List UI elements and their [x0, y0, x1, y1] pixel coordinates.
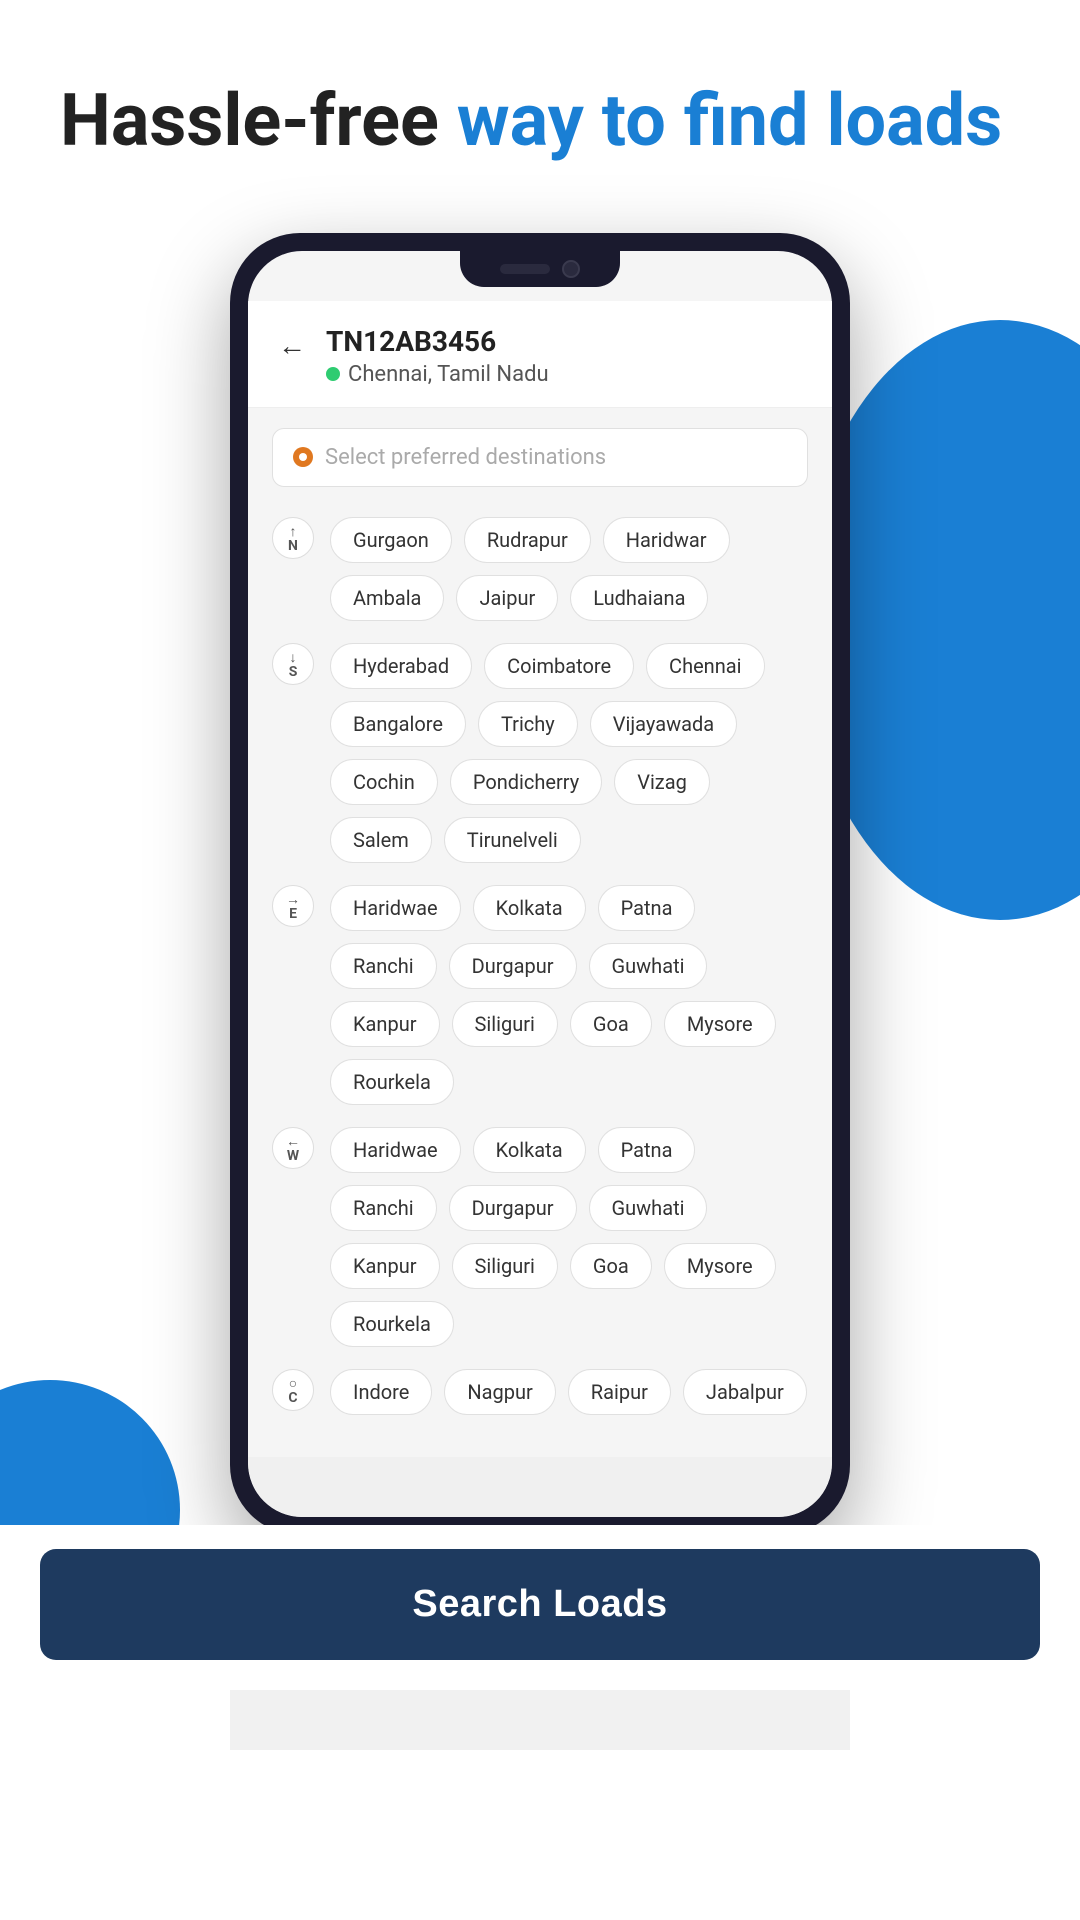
- direction-badge-west: ←W: [272, 1127, 314, 1169]
- chip-ranchi-e[interactable]: Ranchi: [330, 943, 437, 989]
- notch-camera: [562, 260, 580, 278]
- destination-pin-icon: [293, 447, 313, 467]
- hero-title-highlight: way to find loads: [457, 78, 1002, 163]
- direction-badge-east: →E: [272, 885, 314, 927]
- chip-mysore-w[interactable]: Mysore: [664, 1243, 776, 1289]
- screen-header: ← TN12AB3456 Chennai, Tamil Nadu: [248, 301, 832, 408]
- direction-section-south: ↓S Hyderabad Coimbatore Chennai Bangalor…: [272, 643, 808, 863]
- phone-notch: [460, 251, 620, 287]
- chip-durgapur-w[interactable]: Durgapur: [449, 1185, 577, 1231]
- chip-ludhaiana[interactable]: Ludhaiana: [570, 575, 708, 621]
- destination-search-field[interactable]: Select preferred destinations: [272, 428, 808, 487]
- chip-rourkela-w[interactable]: Rourkela: [330, 1301, 454, 1347]
- chips-center: Indore Nagpur Raipur Jabalpur: [330, 1369, 808, 1415]
- chip-goa-w[interactable]: Goa: [570, 1243, 652, 1289]
- chip-mysore-e[interactable]: Mysore: [664, 1001, 776, 1047]
- hero-title-normal: Hassle-free: [60, 78, 457, 163]
- chip-vijayawada[interactable]: Vijayawada: [590, 701, 737, 747]
- chip-hyderabad[interactable]: Hyderabad: [330, 643, 472, 689]
- chip-rudrapur[interactable]: Rudrapur: [464, 517, 591, 563]
- direction-badge-center: ○C: [272, 1369, 314, 1411]
- vehicle-number: TN12AB3456: [326, 325, 549, 358]
- chip-pondicherry[interactable]: Pondicherry: [450, 759, 602, 805]
- chip-guwhati-w[interactable]: Guwhati: [589, 1185, 708, 1231]
- location-row: Chennai, Tamil Nadu: [326, 362, 549, 387]
- direction-badge-north: ↑N: [272, 517, 314, 559]
- chip-kolkata-w[interactable]: Kolkata: [473, 1127, 586, 1173]
- chip-kanpur-e[interactable]: Kanpur: [330, 1001, 440, 1047]
- chip-bangalore[interactable]: Bangalore: [330, 701, 466, 747]
- phone-wrapper: ← TN12AB3456 Chennai, Tamil Nadu Select …: [0, 233, 1080, 1535]
- hero-section: Hassle-free way to find loads: [0, 0, 1080, 203]
- hero-title: Hassle-free way to find loads: [60, 80, 1020, 163]
- chip-haridwae-e[interactable]: Haridwae: [330, 885, 461, 931]
- phone-screen: ← TN12AB3456 Chennai, Tamil Nadu Select …: [248, 251, 832, 1517]
- direction-north-row: ↑N Gurgaon Rudrapur Haridwar Ambala Jaip…: [272, 517, 808, 621]
- chip-gurgaon[interactable]: Gurgaon: [330, 517, 452, 563]
- chip-jabalpur[interactable]: Jabalpur: [683, 1369, 807, 1415]
- chip-haridwar[interactable]: Haridwar: [603, 517, 730, 563]
- chip-goa-e[interactable]: Goa: [570, 1001, 652, 1047]
- chip-raipur[interactable]: Raipur: [568, 1369, 671, 1415]
- chip-patna-w[interactable]: Patna: [598, 1127, 696, 1173]
- chip-chennai[interactable]: Chennai: [646, 643, 764, 689]
- chips-north: Gurgaon Rudrapur Haridwar Ambala Jaipur …: [330, 517, 808, 621]
- direction-section-north: ↑N Gurgaon Rudrapur Haridwar Ambala Jaip…: [272, 517, 808, 621]
- chip-vizag[interactable]: Vizag: [614, 759, 710, 805]
- direction-section-east: →E Haridwae Kolkata Patna Ranchi Durgapu…: [272, 885, 808, 1105]
- notch-sensors: [500, 264, 550, 274]
- direction-east-row: →E Haridwae Kolkata Patna Ranchi Durgapu…: [272, 885, 808, 1105]
- search-placeholder-text: Select preferred destinations: [325, 445, 606, 470]
- direction-section-center: ○C Indore Nagpur Raipur Jabalpur: [272, 1369, 808, 1415]
- chip-coimbatore[interactable]: Coimbatore: [484, 643, 634, 689]
- chip-ranchi-w[interactable]: Ranchi: [330, 1185, 437, 1231]
- chip-haridwae-w[interactable]: Haridwae: [330, 1127, 461, 1173]
- chip-cochin[interactable]: Cochin: [330, 759, 438, 805]
- direction-section-west: ←W Haridwae Kolkata Patna Ranchi Durgapu…: [272, 1127, 808, 1347]
- direction-badge-south: ↓S: [272, 643, 314, 685]
- search-loads-button[interactable]: Search Loads: [40, 1549, 1040, 1660]
- location-text: Chennai, Tamil Nadu: [348, 362, 549, 387]
- chip-siliguri-e[interactable]: Siliguri: [452, 1001, 558, 1047]
- chip-guwhati-e[interactable]: Guwhati: [589, 943, 708, 989]
- chip-kolkata-e[interactable]: Kolkata: [473, 885, 586, 931]
- location-status-dot: [326, 367, 340, 381]
- chip-durgapur-e[interactable]: Durgapur: [449, 943, 577, 989]
- chip-patna-e[interactable]: Patna: [598, 885, 696, 931]
- chip-indore[interactable]: Indore: [330, 1369, 432, 1415]
- back-button[interactable]: ←: [278, 329, 306, 362]
- chips-west: Haridwae Kolkata Patna Ranchi Durgapur G…: [330, 1127, 808, 1347]
- header-info: TN12AB3456 Chennai, Tamil Nadu: [326, 325, 549, 387]
- direction-west-row: ←W Haridwae Kolkata Patna Ranchi Durgapu…: [272, 1127, 808, 1347]
- chips-south: Hyderabad Coimbatore Chennai Bangalore T…: [330, 643, 808, 863]
- chip-kanpur-w[interactable]: Kanpur: [330, 1243, 440, 1289]
- chip-trichy[interactable]: Trichy: [478, 701, 578, 747]
- chips-east: Haridwae Kolkata Patna Ranchi Durgapur G…: [330, 885, 808, 1105]
- phone-mockup: ← TN12AB3456 Chennai, Tamil Nadu Select …: [230, 233, 850, 1535]
- chip-ambala[interactable]: Ambala: [330, 575, 444, 621]
- chip-salem[interactable]: Salem: [330, 817, 432, 863]
- chip-tirunelveli[interactable]: Tirunelveli: [444, 817, 581, 863]
- direction-south-row: ↓S Hyderabad Coimbatore Chennai Bangalor…: [272, 643, 808, 863]
- chip-rourkela-e[interactable]: Rourkela: [330, 1059, 454, 1105]
- chip-siliguri-w[interactable]: Siliguri: [452, 1243, 558, 1289]
- screen-content: ← TN12AB3456 Chennai, Tamil Nadu Select …: [248, 301, 832, 1457]
- directions-container: ↑N Gurgaon Rudrapur Haridwar Ambala Jaip…: [248, 507, 832, 1457]
- chip-jaipur[interactable]: Jaipur: [456, 575, 558, 621]
- phone-bottom-edge: [248, 1457, 832, 1517]
- chip-nagpur[interactable]: Nagpur: [444, 1369, 555, 1415]
- direction-center-row: ○C Indore Nagpur Raipur Jabalpur: [272, 1369, 808, 1415]
- bottom-bar: Search Loads: [0, 1525, 1080, 1690]
